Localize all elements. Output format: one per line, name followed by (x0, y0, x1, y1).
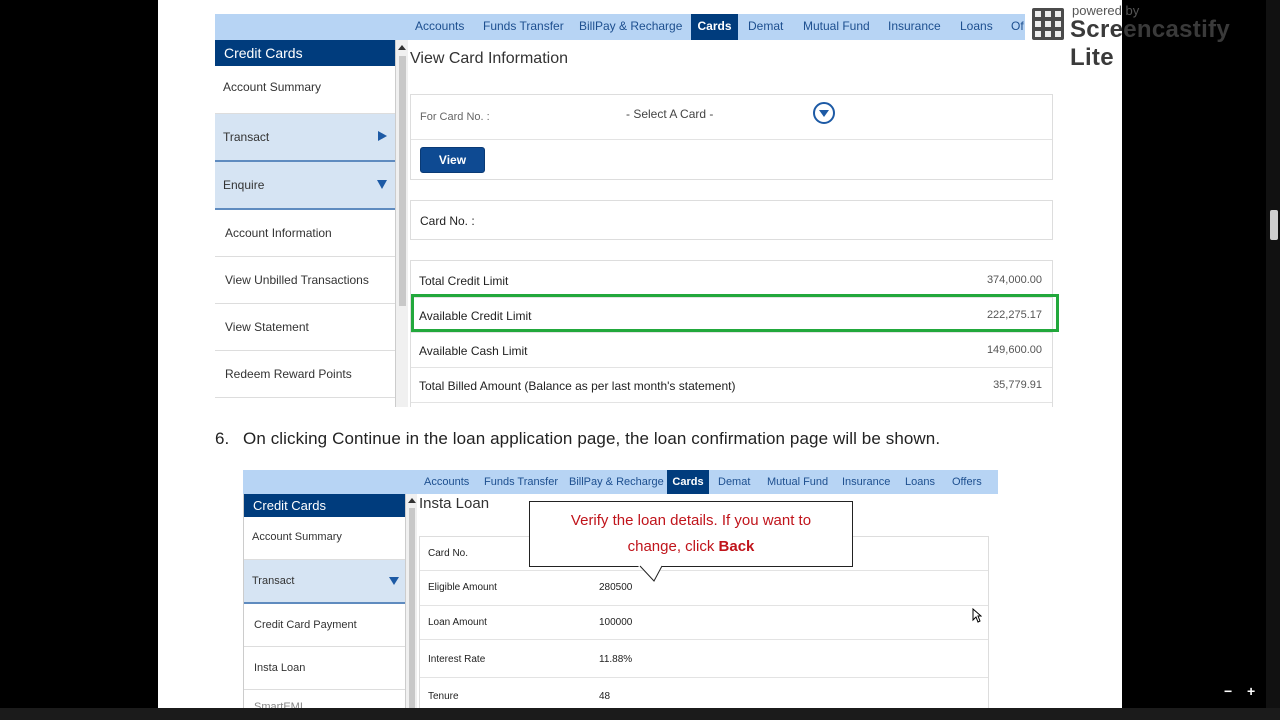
sidebar-item-account-information[interactable]: Account Information (215, 210, 395, 257)
limits-table: Total Credit Limit 374,000.00 Available … (410, 260, 1053, 407)
sidebar-item-label: Enquire (223, 178, 265, 192)
scrollbar-thumb[interactable] (399, 56, 406, 306)
zoom-in-button[interactable]: + (1247, 683, 1255, 699)
sidebar-item-credit-card-payment[interactable]: Credit Card Payment (244, 604, 405, 647)
page-scrollbar-thumb[interactable] (1270, 210, 1278, 240)
sidebar-item-account-summary[interactable]: Account Summary (215, 66, 395, 114)
row-label: Total Billed Amount (Balance as per last… (419, 379, 736, 393)
chevron-down-icon (389, 577, 399, 585)
screen: Accounts Funds Transfer BillPay & Rechar… (0, 0, 1280, 720)
sidebar-item-transact[interactable]: Transact (215, 114, 395, 162)
nav-item-funds-transfer[interactable]: Funds Transfer (484, 470, 558, 494)
row-value: 149,600.00 (986, 344, 1042, 356)
row-value: 35,779.91 (993, 379, 1042, 391)
row-value: 100000 (599, 617, 633, 628)
nav-item-offers[interactable]: Offers (952, 470, 982, 494)
scrollbar-thumb[interactable] (409, 508, 415, 708)
row-label: Card No. (428, 548, 469, 559)
scroll-up-icon[interactable] (408, 498, 416, 503)
row-value: 11.88% (599, 654, 633, 665)
nav-item-cards[interactable]: Cards (691, 14, 738, 40)
divider (420, 605, 988, 606)
row-label: Interest Rate (428, 654, 486, 665)
card-select-dropdown[interactable]: - Select A Card - (626, 107, 713, 121)
divider (411, 402, 1052, 403)
scroll-up-icon[interactable] (398, 45, 406, 50)
callout-line-2: change, click Back (530, 534, 852, 560)
card-no-box: Card No. : (410, 200, 1053, 240)
sidebar-header: Credit Cards (215, 40, 395, 66)
divider (420, 639, 988, 640)
sidebar-item-enquire[interactable]: Enquire (215, 162, 395, 210)
row-value: 48 (599, 691, 611, 702)
watermark-brand: Screencastify Lite (1070, 16, 1230, 71)
row-label: Loan Amount (428, 617, 487, 628)
mouse-cursor-icon (972, 608, 982, 623)
sidebar-header: Credit Cards (244, 494, 405, 517)
zoom-out-button[interactable]: − (1224, 683, 1232, 699)
chevron-right-icon (378, 131, 387, 141)
dropdown-arrow-icon[interactable] (813, 102, 835, 124)
divider (411, 332, 1052, 333)
row-value: 280500 (599, 582, 633, 593)
top-nav-1: Accounts Funds Transfer BillPay & Rechar… (215, 14, 1025, 40)
nav-item-mutual-fund[interactable]: Mutual Fund (767, 470, 828, 494)
sidebar-item-redeem-points[interactable]: Redeem Reward Points (215, 351, 395, 398)
nav-item-accounts[interactable]: Accounts (415, 14, 464, 40)
highlight-box (411, 294, 1059, 332)
callout-tail (638, 565, 663, 582)
row-label: Available Cash Limit (419, 344, 528, 358)
step-text: On clicking Continue in the loan applica… (243, 429, 941, 448)
callout-text: change, click (627, 538, 719, 555)
step-number: 6. (215, 429, 230, 448)
row-label: Tenure (428, 691, 459, 702)
sidebar-1: Credit Cards Account Summary Transact En… (215, 40, 395, 407)
panel-title: Insta Loan (419, 495, 490, 512)
nav-item-funds-transfer[interactable]: Funds Transfer (483, 14, 564, 40)
nav-item-mutual-fund[interactable]: Mutual Fund (803, 14, 870, 40)
sidebar-scrollbar[interactable] (405, 494, 417, 708)
callout-line-1: Verify the loan details. If you want to (570, 512, 812, 529)
row-value: 374,000.00 (986, 274, 1042, 286)
sidebar-item-view-statement[interactable]: View Statement (215, 304, 395, 351)
sidebar-scrollbar[interactable] (395, 40, 408, 407)
nav-item-loans[interactable]: Loans (905, 470, 935, 494)
nav-item-accounts[interactable]: Accounts (424, 470, 469, 494)
sidebar-item-account-summary[interactable]: Account Summary (244, 517, 405, 560)
nav-item-insurance[interactable]: Insurance (842, 470, 890, 494)
nav-item-billpay[interactable]: BillPay & Recharge (579, 14, 682, 40)
annotation-callout: Verify the loan details. If you want to … (529, 501, 853, 567)
view-button[interactable]: View (420, 147, 485, 173)
film-strip-icon (1032, 8, 1064, 40)
panel-title: View Card Information (410, 50, 568, 67)
divider (411, 367, 1052, 368)
card-select-box: For Card No. : - Select A Card - View (410, 94, 1053, 180)
nav-item-demat[interactable]: Demat (748, 14, 783, 40)
sidebar-item-transact[interactable]: Transact (244, 560, 405, 604)
card-no-label: Card No. : (420, 214, 475, 228)
sidebar-2: Credit Cards Account Summary Transact Cr… (243, 494, 405, 713)
sidebar-item-label: Transact (252, 575, 295, 587)
nav-item-billpay[interactable]: BillPay & Recharge (569, 470, 664, 494)
sidebar-item-view-unbilled[interactable]: View Unbilled Transactions (215, 257, 395, 304)
chevron-down-icon (377, 180, 387, 189)
nav-item-loans[interactable]: Loans (960, 14, 993, 40)
divider (411, 139, 1052, 140)
callout-back-keyword: Back (718, 538, 755, 555)
sidebar-item-label: Transact (223, 130, 270, 144)
player-bottom-bar (0, 708, 1280, 720)
divider (420, 677, 988, 678)
nav-item-cards[interactable]: Cards (667, 470, 709, 494)
top-nav-2: Accounts Funds Transfer BillPay & Rechar… (243, 470, 998, 494)
row-label: Total Credit Limit (419, 274, 509, 288)
card-number-label: For Card No. : (420, 111, 490, 123)
nav-item-demat[interactable]: Demat (718, 470, 750, 494)
divider (420, 570, 988, 571)
page-scrollbar[interactable] (1266, 0, 1280, 720)
row-label: Eligible Amount (428, 582, 497, 593)
sidebar-item-insta-loan[interactable]: Insta Loan (244, 647, 405, 690)
nav-item-offers-partial[interactable]: Of (1011, 14, 1024, 40)
nav-item-insurance[interactable]: Insurance (888, 14, 941, 40)
